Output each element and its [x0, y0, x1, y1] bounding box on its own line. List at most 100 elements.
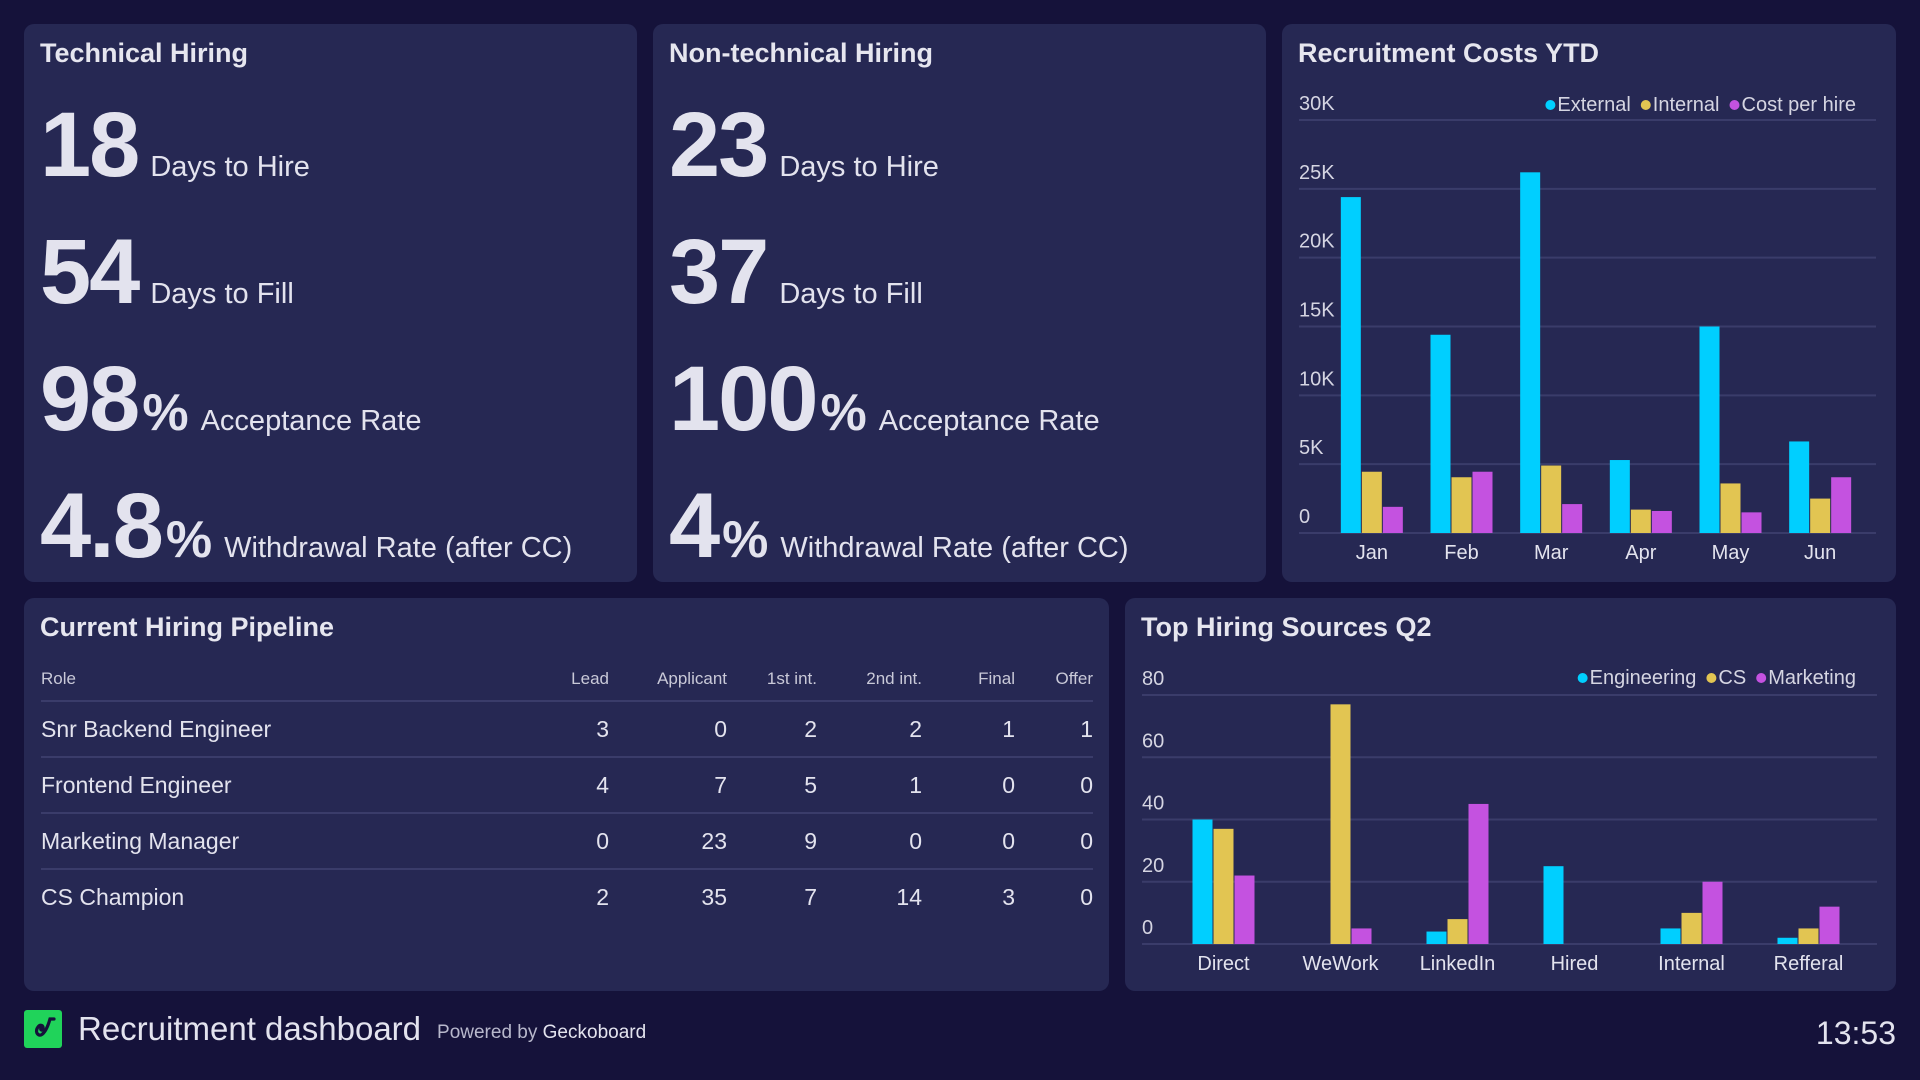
kpi-label: Days to Hire — [150, 151, 310, 183]
kpi-value: 54 — [40, 221, 140, 323]
x-tick-label: Mar — [1534, 542, 1569, 564]
y-tick-label: 0 — [1142, 917, 1153, 939]
bar-cs-wework — [1330, 704, 1351, 944]
y-tick-label: 25K — [1299, 162, 1335, 184]
legend-dot-external — [1545, 100, 1556, 110]
cell-offer: 0 — [1015, 757, 1093, 814]
bar-cs-linkedin — [1447, 919, 1468, 944]
panel-title: Technical Hiring — [40, 38, 249, 68]
bar-cs-direct — [1213, 828, 1234, 944]
bar-external-mar — [1520, 172, 1541, 533]
bar-cost-per-hire-may — [1741, 512, 1762, 533]
x-tick-label: LinkedIn — [1420, 953, 1496, 975]
kpi-label: Acceptance Rate — [878, 405, 1100, 437]
legend-label: CS — [1718, 667, 1746, 689]
bar-engineering-internal — [1660, 928, 1681, 944]
legend-label: Cost per hire — [1742, 94, 1857, 116]
dashboard-title: Recruitment dashboard — [78, 1010, 422, 1047]
kpi-unit: % — [165, 511, 213, 569]
cell-applicant: 35 — [701, 883, 727, 910]
kpi-value: 23 — [669, 94, 769, 196]
clock: 13:53 — [1815, 1015, 1896, 1051]
x-tick-label: Apr — [1625, 542, 1656, 564]
x-tick-label: Hired — [1551, 953, 1599, 975]
bar-external-may — [1699, 326, 1720, 533]
column-header-offer: Offer — [1015, 658, 1093, 702]
bar-external-jun — [1789, 441, 1810, 533]
kpi-value: 98 — [40, 348, 140, 450]
cell-2nd-int: 14 — [896, 883, 922, 910]
legend-label: Engineering — [1590, 667, 1697, 689]
hiring-sources-panel: Top Hiring Sources Q2 0 20 40 60 80 Direct WeW… — [1125, 598, 1896, 991]
y-tick-label: 20K — [1299, 231, 1335, 253]
bar-engineering-refferal — [1777, 937, 1798, 944]
hiring-pipeline-panel: Current Hiring Pipeline Role Lead Applic… — [24, 598, 1109, 991]
bar-marketing-refferal — [1819, 906, 1840, 944]
kpi-label: Acceptance Rate — [200, 405, 422, 437]
powered-by-prefix: Powered by — [437, 1022, 538, 1043]
column-header-final: Final — [922, 658, 1015, 702]
bar-cost-per-hire-apr — [1651, 510, 1672, 533]
bar-internal-apr — [1630, 509, 1651, 533]
bar-internal-feb — [1451, 477, 1472, 533]
column-header-role: Role — [41, 658, 539, 702]
kpi-days-to-fill: 37 Days to Fill — [669, 226, 923, 318]
cell-2nd-int: 2 — [817, 701, 922, 758]
cell-applicant: 7 — [609, 757, 727, 814]
y-tick-label: 0 — [1299, 506, 1310, 528]
table-header-row: Role Lead Applicant 1st int. 2nd int. Fi… — [41, 658, 1093, 702]
bar-internal-jan — [1361, 471, 1382, 533]
kpi-label: Withdrawal Rate (after CC) — [224, 532, 573, 564]
kpi-value: 4.8 — [40, 475, 164, 577]
legend-dot-marketing — [1756, 673, 1767, 683]
kpi-withdrawal-rate: 4.8 % Withdrawal Rate (after CC) — [40, 480, 572, 572]
cell-2nd-int: 1 — [817, 757, 922, 814]
table-row: Snr Backend Engineer 3 0 2 2 1 1 — [41, 701, 1093, 758]
legend-dot-engineering — [1577, 673, 1588, 683]
kpi-label: Days to Fill — [779, 278, 923, 310]
legend-label: Internal — [1653, 94, 1720, 116]
cell-lead: 4 — [539, 757, 609, 814]
cell-2nd-int: 0 — [817, 813, 922, 870]
recruitment-costs-panel: Recruitment Costs YTD 0 5K 10K 15K 20K 25K 30K… — [1282, 24, 1896, 582]
y-tick-label: 80 — [1142, 668, 1164, 690]
bar-engineering-direct — [1192, 819, 1213, 944]
bar-external-jan — [1340, 197, 1361, 534]
kpi-acceptance-rate: 100 % Acceptance Rate — [669, 353, 1100, 445]
cell-role: Snr Backend Engineer — [41, 701, 539, 758]
table-row: CS Champion 2 35 7 14 3 0 — [41, 869, 1093, 924]
y-tick-label: 30K — [1299, 93, 1335, 115]
legend-dot-cs — [1706, 673, 1717, 683]
cell-final: 1 — [922, 701, 1015, 758]
table-row: Frontend Engineer 4 7 5 1 0 0 — [41, 757, 1093, 814]
y-tick-label: 20 — [1142, 855, 1164, 877]
kpi-acceptance-rate: 98 % Acceptance Rate — [40, 353, 421, 445]
y-tick-label: 40 — [1142, 793, 1164, 815]
x-tick-label: May — [1712, 542, 1750, 564]
kpi-value: 4 — [669, 475, 720, 577]
kpi-label: Days to Fill — [150, 278, 294, 310]
cell-lead: 2 — [596, 883, 609, 910]
bar-cs-refferal — [1798, 928, 1819, 944]
bar-marketing-internal — [1702, 881, 1723, 944]
y-tick-label: 15K — [1299, 300, 1335, 322]
kpi-days-to-fill: 54 Days to Fill — [40, 226, 294, 318]
y-tick-label: 5K — [1299, 437, 1324, 459]
cell-1st-int: 9 — [727, 813, 817, 870]
cell-offer: 0 — [1080, 883, 1093, 910]
legend-label: External — [1557, 94, 1630, 116]
legend-dot-internal — [1640, 100, 1651, 110]
legend-dot-cost-per-hire — [1729, 100, 1740, 110]
cell-1st-int: 2 — [727, 701, 817, 758]
bar-internal-jun — [1810, 498, 1831, 533]
bar-marketing-wework — [1351, 928, 1372, 944]
cell-role: CS Champion — [41, 883, 185, 910]
bar-cost-per-hire-jun — [1831, 477, 1852, 533]
y-tick-label: 10K — [1299, 368, 1335, 390]
x-tick-label: Feb — [1444, 542, 1478, 564]
x-tick-label: Internal — [1658, 953, 1725, 975]
powered-by-brand: Geckoboard — [542, 1022, 647, 1043]
bar-external-apr — [1609, 460, 1630, 533]
cell-1st-int: 5 — [727, 757, 817, 814]
kpi-unit: % — [820, 384, 867, 442]
